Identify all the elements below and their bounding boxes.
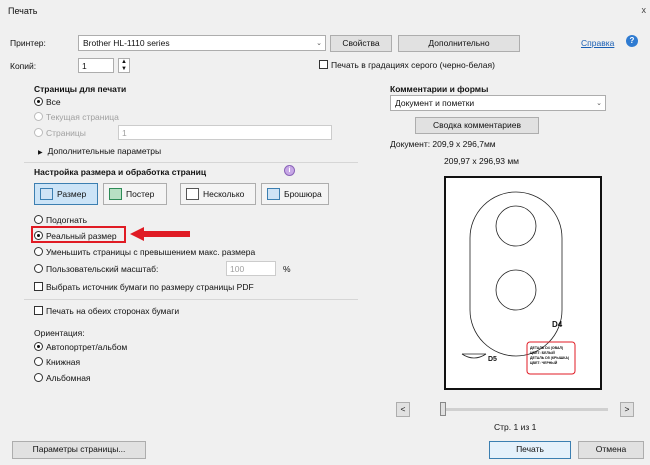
fit-radio[interactable]: Подогнать xyxy=(34,215,87,225)
grayscale-checkbox[interactable]: Печать в градациях серого (черно-белая) xyxy=(319,60,495,70)
arrow-annotation-icon xyxy=(130,227,190,241)
poster-icon xyxy=(109,188,122,200)
expand-triangle-icon: ▶ xyxy=(38,150,43,156)
page-preview: D4 D5 ДЕТАЛЬ D4 (ОВАЛ) ЦВЕТ: БЕЛЫЙ ДЕТАЛ… xyxy=(444,176,602,390)
page-slider-track[interactable] xyxy=(440,408,608,411)
orientation-landscape-label: Альбомная xyxy=(46,373,91,383)
page-slider-handle[interactable] xyxy=(440,402,446,416)
orientation-portrait-label: Книжная xyxy=(46,357,81,367)
custom-scale-label: Пользовательский масштаб: xyxy=(46,264,159,274)
poster-mode-label: Постер xyxy=(126,189,155,199)
comments-summary-button[interactable]: Сводка комментариев xyxy=(415,117,539,134)
printer-select-value: Brother HL-1110 series xyxy=(83,38,170,48)
help-icon[interactable]: ? xyxy=(626,35,638,47)
orientation-landscape-radio[interactable]: Альбомная xyxy=(34,373,91,383)
pages-range-label: Страницы xyxy=(46,128,86,138)
advanced-button[interactable]: Дополнительно xyxy=(398,35,520,52)
size-icon xyxy=(40,188,53,200)
shrink-radio[interactable]: Уменьшить страницы с превышением макс. р… xyxy=(34,247,255,257)
fit-label: Подогнать xyxy=(46,215,87,225)
more-options-toggle[interactable]: ▶ Дополнительные параметры xyxy=(38,146,161,156)
next-page-button[interactable]: > xyxy=(620,402,634,417)
dropdown-arrow-icon: ⌄ xyxy=(316,40,322,47)
orientation-auto-radio[interactable]: Автопортрет/альбом xyxy=(34,342,127,352)
size-mode-button[interactable]: Размер xyxy=(34,183,98,205)
preview-drawing xyxy=(461,191,576,375)
printer-select[interactable]: Brother HL-1110 series ⌄ xyxy=(78,35,326,51)
orientation-auto-label: Автопортрет/альбом xyxy=(46,342,128,352)
duplex-checkbox[interactable]: Печать на обеих сторонах бумаги xyxy=(34,306,179,316)
percent-label: % xyxy=(283,264,291,274)
custom-scale-input[interactable]: 100 xyxy=(226,261,276,276)
copies-label: Копий: xyxy=(10,61,37,71)
shrink-label: Уменьшить страницы с превышением макс. р… xyxy=(46,247,256,257)
pages-all-radio[interactable]: Все xyxy=(34,97,61,107)
label-d4: D4 xyxy=(552,320,563,329)
multiple-mode-button[interactable]: Несколько xyxy=(180,183,256,205)
pages-current-label: Текущая страница xyxy=(46,112,119,122)
document-size-label: Документ: 209,9 x 296,7мм xyxy=(390,139,496,149)
cancel-button[interactable]: Отмена xyxy=(578,441,644,459)
copies-spinner-icon[interactable]: ▲ ▼ xyxy=(118,58,130,73)
label-d5: D5 xyxy=(488,356,497,363)
dropdown-arrow-icon: ⌄ xyxy=(596,100,602,107)
pages-range-input[interactable]: 1 xyxy=(118,125,332,140)
window-title: Печать xyxy=(8,6,38,16)
poster-mode-button[interactable]: Постер xyxy=(103,183,167,205)
comments-select-value: Документ и пометки xyxy=(395,98,475,108)
close-icon[interactable]: x xyxy=(642,5,647,15)
paper-source-label: Выбрать источник бумаги по размеру стран… xyxy=(46,282,254,292)
custom-scale-radio[interactable]: Пользовательский масштаб: xyxy=(34,264,158,274)
pages-all-label: Все xyxy=(46,97,61,107)
multiple-mode-label: Несколько xyxy=(203,189,245,199)
sizing-section-title: Настройка размера и обработка страниц xyxy=(34,167,207,177)
pages-range-value: 1 xyxy=(122,128,127,138)
copies-input[interactable]: 1 xyxy=(78,58,114,73)
size-mode-label: Размер xyxy=(57,189,87,199)
more-options-label: Дополнительные параметры xyxy=(47,146,162,156)
pages-section-title: Страницы для печати xyxy=(34,84,127,94)
copies-value: 1 xyxy=(82,61,87,71)
grayscale-checkbox-box[interactable] xyxy=(319,60,328,69)
booklet-mode-button[interactable]: Брошюра xyxy=(261,183,329,205)
print-button[interactable]: Печать xyxy=(489,441,571,459)
help-link[interactable]: Справка xyxy=(581,38,614,48)
comments-select[interactable]: Документ и пометки ⌄ xyxy=(390,95,606,111)
pages-range-radio[interactable]: Страницы xyxy=(34,128,86,138)
multiple-icon xyxy=(186,188,199,200)
custom-scale-value: 100 xyxy=(230,264,245,274)
comments-section-title: Комментарии и формы xyxy=(390,84,489,94)
page-setup-button[interactable]: Параметры страницы... xyxy=(12,441,146,459)
grayscale-label: Печать в градациях серого (черно-белая) xyxy=(331,60,495,70)
printer-label: Принтер: xyxy=(10,38,46,48)
orientation-portrait-radio[interactable]: Книжная xyxy=(34,357,80,367)
booklet-mode-label: Брошюра xyxy=(284,189,322,199)
duplex-label: Печать на обеих сторонах бумаги xyxy=(46,306,180,316)
prev-page-button[interactable]: < xyxy=(396,402,410,417)
orientation-title: Ориентация: xyxy=(34,328,85,338)
pages-current-radio[interactable]: Текущая страница xyxy=(34,112,119,122)
info-icon[interactable]: i xyxy=(284,165,295,176)
properties-button[interactable]: Свойства xyxy=(330,35,392,52)
booklet-icon xyxy=(267,188,280,200)
page-size-label: 209,97 x 296,93 мм xyxy=(444,156,520,166)
stamp-text: ДЕТАЛЬ D4 (ОВАЛ) ЦВЕТ: БЕЛЫЙ ДЕТАЛЬ D5 (… xyxy=(530,346,569,366)
page-counter: Стр. 1 из 1 xyxy=(494,422,537,432)
stamp-line: ЦВЕТ: ЧЕРНЫЙ xyxy=(530,361,558,365)
paper-source-checkbox[interactable]: Выбрать источник бумаги по размеру стран… xyxy=(34,282,254,292)
highlight-box xyxy=(31,226,126,243)
